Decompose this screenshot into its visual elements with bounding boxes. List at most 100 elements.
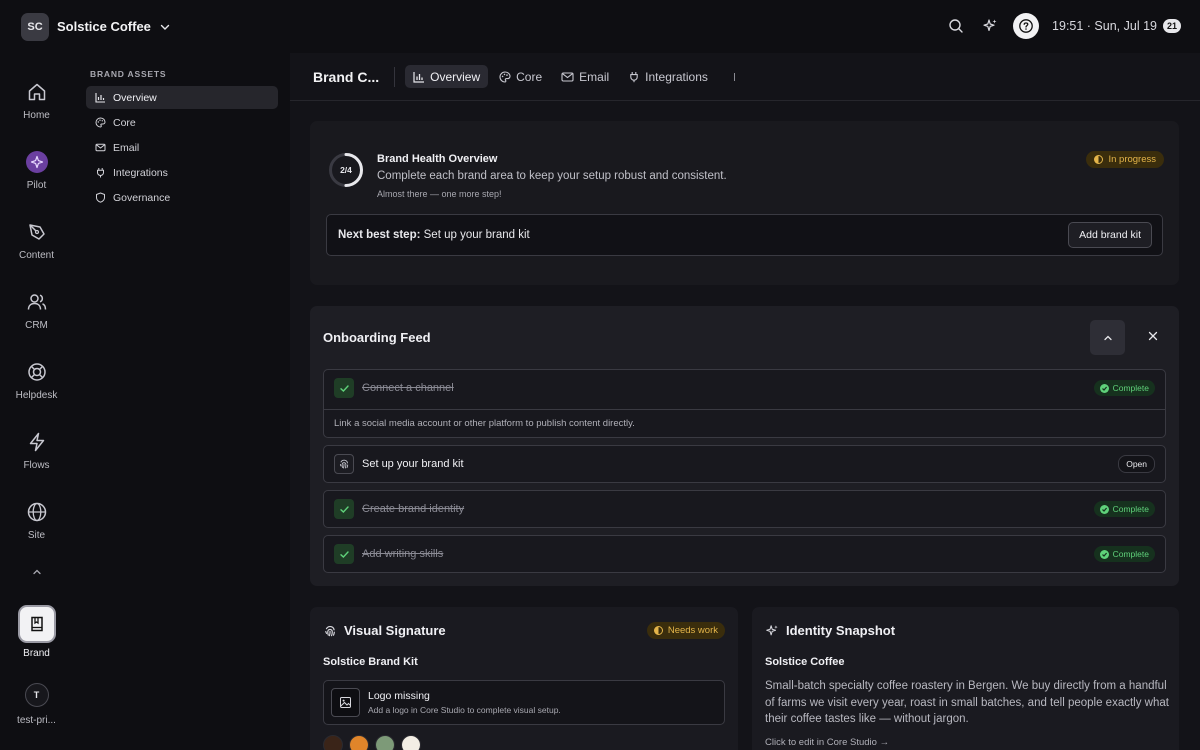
task-label: Create brand identity [362,503,465,515]
subnav-label: Integrations [113,166,168,179]
rail-item-helpdesk[interactable]: Helpdesk [0,361,73,401]
mail-icon [561,71,574,83]
logo-subtitle: Add a logo in Core Studio to complete vi… [368,705,561,715]
subnav-item-core[interactable]: Core [86,111,278,134]
tab-label: Email [579,69,610,84]
open-badge[interactable]: Open [1118,455,1155,473]
book-icon [17,605,56,643]
health-note: Almost there — one more step! [377,189,502,199]
task-brand-identity[interactable]: Create brand identity Complete [323,490,1166,528]
sparkle-icon[interactable] [977,13,1003,39]
rail-label: CRM [25,320,48,331]
rail-item-pilot[interactable]: Pilot [0,151,73,191]
rail-item-content[interactable]: Content [0,221,73,261]
onboarding-feed-card: Onboarding Feed Connect a channel Comple… [310,306,1179,586]
feed-title: Onboarding Feed [323,330,431,345]
half-circle-icon [653,626,663,635]
chevron-down-icon [159,21,171,33]
tab-integrations[interactable]: Integrations [620,65,716,88]
brand-health-card: 2/4 Brand Health Overview Complete each … [310,121,1179,285]
complete-badge: Complete [1093,546,1155,562]
card-title: Identity Snapshot [786,623,896,638]
check-circle-icon [1099,504,1109,514]
rail-label: Site [27,530,46,541]
check-icon [334,544,354,564]
tab-core[interactable]: Core [491,65,550,88]
next-step-label: Next best step: [338,229,421,241]
rail-item-site[interactable]: Site [0,501,73,541]
rail-label: Home [23,110,50,121]
health-subtitle: Complete each brand area to keep your se… [377,170,727,182]
tab-overview[interactable]: Overview [405,65,489,88]
close-icon[interactable] [1147,330,1159,342]
logo-missing-notice[interactable]: Logo missing Add a logo in Core Studio t… [323,680,725,725]
page-title: Brand C... [313,68,380,85]
health-title: Brand Health Overview [377,153,498,165]
complete-badge: Complete [1093,501,1155,517]
color-swatches [323,735,427,750]
rail-item-home[interactable]: Home [0,81,73,121]
subnav-item-governance[interactable]: Governance [86,186,278,209]
bar-chart-icon [94,92,106,103]
workspace-badge: SC [21,12,49,41]
task-label: Add writing skills [362,548,444,560]
help-icon[interactable] [1013,13,1040,39]
plug-icon [628,71,640,83]
add-brand-kit-button[interactable]: Add brand kit [1068,222,1152,248]
shield-icon [94,192,106,203]
user-menu[interactable]: T test-pri... [0,683,73,726]
task-description: Link a social media account or other pla… [324,409,1165,437]
lifebuoy-icon [26,361,48,383]
main-panel: Brand C... Overview Core Email Integrati… [290,53,1200,750]
chevron-up-icon [1103,333,1113,343]
search-icon[interactable] [943,13,969,39]
tab-label: Integrations [645,69,708,84]
rail-item-brand[interactable]: Brand [0,605,73,659]
collapse-button[interactable] [1090,320,1125,355]
color-swatch[interactable] [323,735,343,750]
home-icon [26,81,48,103]
badge-label: Complete [1112,549,1149,559]
tab-label: Overview [430,69,481,84]
card-header: Identity Snapshot [765,623,895,638]
task-brand-kit[interactable]: Set up your brand kit Open [323,445,1166,483]
rail-label: Content [18,250,55,261]
palette-icon [94,117,106,128]
task-label: Connect a channel [362,382,454,394]
subnav-label: Overview [113,91,157,104]
subnav-label: Email [113,141,140,154]
workspace-switcher[interactable]: SC Solstice Coffee [21,12,171,41]
user-label: test-pri... [17,715,56,726]
task-connect-channel[interactable]: Connect a channel Complete Link a social… [323,369,1166,438]
tab-email[interactable]: Email [553,65,617,88]
half-circle-icon [1094,155,1104,164]
edit-in-core-studio-link[interactable]: Click to edit in Core Studio → [765,737,889,748]
globe-icon [26,501,48,523]
avatar: T [24,683,49,707]
notification-badge[interactable]: 21 [1162,19,1181,33]
color-swatch[interactable] [349,735,369,750]
task-writing-skills[interactable]: Add writing skills Complete [323,535,1166,573]
rail-label: Pilot [26,180,47,191]
progress-text: 2/4 [340,165,352,175]
rail-item-crm[interactable]: CRM [0,291,73,331]
subnav-item-overview[interactable]: Overview [86,86,278,109]
status-label: In progress [1108,154,1156,165]
subnav-title: BRAND ASSETS [90,69,167,79]
color-swatch[interactable] [375,735,395,750]
divider [394,66,396,87]
next-step-text: Next best step: Set up your brand kit [338,229,530,241]
card-title: Visual Signature [344,623,446,638]
check-icon [334,499,354,519]
status-badge: Needs work [646,622,725,639]
subnav-item-integrations[interactable]: Integrations [86,161,278,184]
color-swatch[interactable] [401,735,421,750]
rail-collapse-button[interactable] [0,567,73,577]
rail-item-flows[interactable]: Flows [0,431,73,471]
rail-label: Brand [23,648,50,659]
subnav-label: Core [113,116,136,129]
subnav-item-email[interactable]: Email [86,136,278,159]
badge-label: Complete [1112,504,1149,514]
tab-overflow-marker [733,72,735,81]
plug-icon [94,167,106,178]
